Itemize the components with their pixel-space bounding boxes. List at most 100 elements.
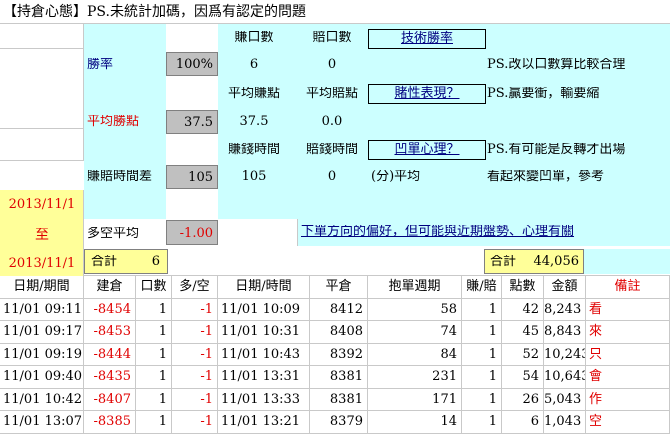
cell-remark[interactable]: 空: [586, 411, 670, 434]
cell-win-loss[interactable]: 1: [462, 411, 502, 434]
cell-close-datetime[interactable]: 11/01 10:31: [218, 321, 310, 344]
cell-win-loss[interactable]: 1: [462, 388, 502, 411]
header-points[interactable]: 點數: [502, 276, 544, 299]
cell-open-date[interactable]: 11/01 09:17: [0, 321, 84, 344]
header-close-price[interactable]: 平倉: [310, 276, 368, 299]
grid-cell[interactable]: [0, 129, 84, 161]
cell-remark[interactable]: 會: [586, 366, 670, 389]
cell-amount[interactable]: 1,043: [544, 411, 586, 434]
cell-close-price[interactable]: 8408: [310, 321, 368, 344]
cell-points[interactable]: 45: [502, 321, 544, 344]
cell-close-datetime[interactable]: 11/01 10:09: [218, 298, 310, 321]
header-long-short[interactable]: 多/空: [172, 276, 218, 299]
cell-remark[interactable]: 作: [586, 388, 670, 411]
cell-open-price[interactable]: -8453: [84, 321, 136, 344]
sheet-title: 【持倉心態】PS.未統計加碼，因爲有認定的問題: [0, 0, 670, 24]
cell-amount[interactable]: 10,643: [544, 366, 586, 389]
grid-cell[interactable]: [0, 24, 84, 49]
cell-hold-period[interactable]: 171: [368, 388, 462, 411]
avg-win-value[interactable]: 37.5: [166, 110, 218, 134]
header-remark[interactable]: 備註: [586, 276, 670, 299]
header-amount[interactable]: 金額: [544, 276, 586, 299]
col-profit-time: 賺錢時間: [227, 143, 280, 157]
cell-points[interactable]: 6: [502, 411, 544, 434]
cell-amount[interactable]: 8,843: [544, 321, 586, 344]
cell-win-loss[interactable]: 1: [462, 343, 502, 366]
cell-points[interactable]: 42: [502, 298, 544, 321]
header-open-price[interactable]: 建倉: [84, 276, 136, 299]
cell-remark[interactable]: 來: [586, 321, 670, 344]
cell-close-datetime[interactable]: 11/01 10:43: [218, 343, 310, 366]
date-from: 2013/11/1: [8, 198, 76, 212]
long-short-value[interactable]: -1.00: [166, 220, 218, 245]
grid-cell[interactable]: [0, 49, 84, 129]
total-amount: 44,056: [533, 255, 580, 269]
cell-open-date[interactable]: 11/01 10:42: [0, 388, 84, 411]
cell-win-loss[interactable]: 1: [462, 321, 502, 344]
cell-hold-period[interactable]: 74: [368, 321, 462, 344]
cell-amount[interactable]: 5,043: [544, 388, 586, 411]
cell-long-short[interactable]: -1: [172, 321, 218, 344]
cell-open-date[interactable]: 11/01 09:40: [0, 366, 84, 389]
cell-long-short[interactable]: -1: [172, 411, 218, 434]
cell-close-datetime[interactable]: 11/01 13:33: [218, 388, 310, 411]
win-rate-value[interactable]: 100%: [166, 52, 218, 76]
cell-win-loss[interactable]: 1: [462, 366, 502, 389]
header-close-datetime[interactable]: 日期/時間: [218, 276, 310, 299]
dip-mentality-link[interactable]: 凹單心理？: [368, 140, 486, 160]
cell-long-short[interactable]: -1: [172, 298, 218, 321]
total-count: 6: [151, 255, 160, 269]
cell-close-datetime[interactable]: 11/01 13:31: [218, 366, 310, 389]
cell-open-price[interactable]: -8407: [84, 388, 136, 411]
note-3: PS.有可能是反轉才出場: [487, 143, 626, 157]
cell-close-price[interactable]: 8381: [310, 366, 368, 389]
bias-link[interactable]: 下單方向的偏好，但可能與近期盤勢、心理有關: [298, 225, 670, 243]
cell-lots[interactable]: 1: [136, 298, 172, 321]
cell-open-price[interactable]: -8454: [84, 298, 136, 321]
blank-cyan-cell: [584, 249, 670, 274]
cell-hold-period[interactable]: 231: [368, 366, 462, 389]
header-hold-period[interactable]: 抱單週期: [368, 276, 462, 299]
cell-lots[interactable]: 1: [136, 388, 172, 411]
header-open-date[interactable]: 日期/期間: [0, 276, 84, 299]
cell-amount[interactable]: 8,243: [544, 298, 586, 321]
cell-open-price[interactable]: -8435: [84, 366, 136, 389]
header-lots[interactable]: 口數: [136, 276, 172, 299]
col-loss-count: 賠口數: [312, 31, 352, 45]
header-win-loss[interactable]: 賺/賠: [462, 276, 502, 299]
cell-close-price[interactable]: 8392: [310, 343, 368, 366]
avg-win-label: 平均勝點: [87, 115, 140, 129]
cell-lots[interactable]: 1: [136, 366, 172, 389]
cell-hold-period[interactable]: 58: [368, 298, 462, 321]
cell-open-price[interactable]: -8385: [84, 411, 136, 434]
cell-close-price[interactable]: 8379: [310, 411, 368, 434]
cell-hold-period[interactable]: 84: [368, 343, 462, 366]
cell-points[interactable]: 54: [502, 366, 544, 389]
cell-win-loss[interactable]: 1: [462, 298, 502, 321]
technical-win-rate-link[interactable]: 技術勝率: [368, 29, 486, 49]
cell-open-date[interactable]: 11/01 09:19: [0, 343, 84, 366]
cell-close-datetime[interactable]: 11/01 13:21: [218, 411, 310, 434]
cell-close-price[interactable]: 8412: [310, 298, 368, 321]
time-diff-value[interactable]: 105: [166, 165, 218, 189]
cell-long-short[interactable]: -1: [172, 366, 218, 389]
cell-open-date[interactable]: 11/01 13:07: [0, 411, 84, 434]
cell-hold-period[interactable]: 14: [368, 411, 462, 434]
cell-open-price[interactable]: -8444: [84, 343, 136, 366]
cell-lots[interactable]: 1: [136, 321, 172, 344]
cell-long-short[interactable]: -1: [172, 388, 218, 411]
blank-cell[interactable]: [218, 219, 298, 246]
cell-remark[interactable]: 只: [586, 343, 670, 366]
cell-lots[interactable]: 1: [136, 411, 172, 434]
cell-close-price[interactable]: 8381: [310, 388, 368, 411]
loss-count: 0: [327, 58, 337, 72]
cell-points[interactable]: 52: [502, 343, 544, 366]
cell-points[interactable]: 26: [502, 388, 544, 411]
gamble-link[interactable]: 賭性表現？: [368, 84, 486, 104]
cell-remark[interactable]: 看: [586, 298, 670, 321]
spreadsheet: 【持倉心態】PS.未統計加碼，因爲有認定的問題 勝率 平均勝點 賺賠時間差 多空…: [0, 0, 670, 434]
cell-open-date[interactable]: 11/01 09:11: [0, 298, 84, 321]
cell-lots[interactable]: 1: [136, 343, 172, 366]
cell-long-short[interactable]: -1: [172, 343, 218, 366]
cell-amount[interactable]: 10,243: [544, 343, 586, 366]
